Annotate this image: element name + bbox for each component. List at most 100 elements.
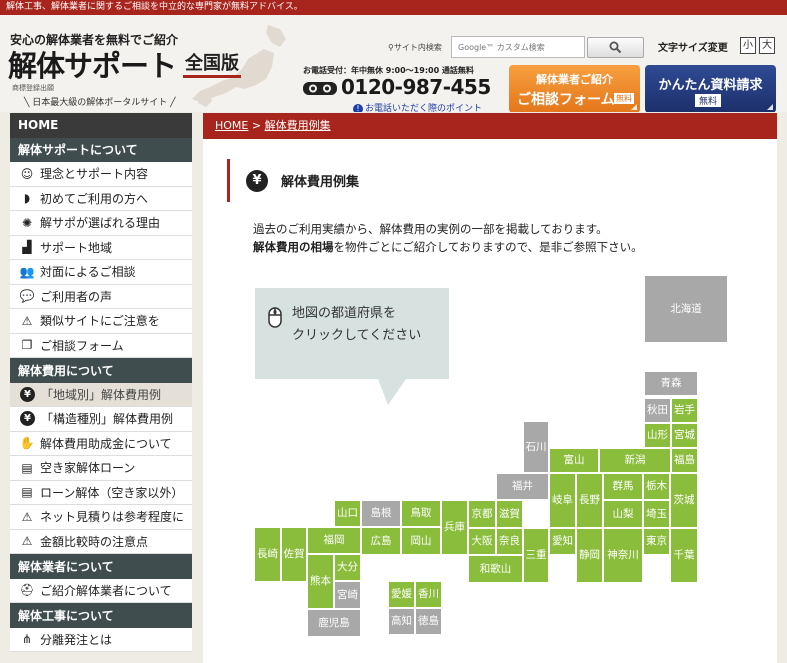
sidebar-item[interactable]: ⋔ 分離発注とは (10, 627, 192, 652)
prefecture-東京[interactable]: 東京 (643, 528, 670, 555)
prefecture-広島[interactable]: 広島 (361, 527, 401, 555)
phone-number[interactable]: 0120-987-455 (341, 75, 491, 99)
sidebar-item[interactable]: ▤ ローン解体（空き家以外） (10, 480, 192, 505)
sidebar-item-label: ご紹介解体業者について (40, 583, 172, 598)
prefecture-和歌山[interactable]: 和歌山 (468, 555, 523, 583)
prefecture-栃木[interactable]: 栃木 (643, 473, 670, 500)
sidebar-item-label: 空き家解体ローン (40, 461, 136, 476)
sidebar-section-heading: 解体費用について (10, 358, 192, 383)
prefecture-大分[interactable]: 大分 (334, 554, 361, 581)
prefecture-石川: 石川 (523, 421, 549, 473)
prefecture-滋賀[interactable]: 滋賀 (496, 500, 523, 528)
subtag-text: 日本最大級の解体ポータルサイト (32, 98, 168, 108)
intro-line-1: 過去のご利用実績から、解体費用の実例の一部を掲載しております。 (253, 222, 608, 236)
site-logo[interactable]: 解体サポート (8, 43, 177, 85)
font-size-small-button[interactable]: 小 (740, 37, 756, 54)
sidebar-item[interactable]: 💬 ご利用者の声 (10, 284, 192, 309)
free-badge: 無料 (695, 94, 722, 107)
prefecture-山形[interactable]: 山形 (644, 423, 671, 448)
request-documents-button[interactable]: かんたん資料請求 無料 (645, 65, 776, 112)
prefecture-宮城[interactable]: 宮城 (671, 423, 698, 448)
sidebar-item-label: 対面によるご相談 (40, 265, 136, 280)
phone-tips-link[interactable]: ! お電話いただく際のポイント (353, 101, 482, 112)
prefecture-愛知[interactable]: 愛知 (549, 528, 576, 555)
trademark-note: 商標登録出願 (12, 84, 54, 92)
sidebar-item[interactable]: ▤ 空き家解体ローン (10, 456, 192, 481)
prefecture-愛媛[interactable]: 愛媛 (388, 581, 415, 608)
prefecture-青森: 青森 (644, 371, 698, 396)
sidebar-home-link[interactable]: HOME (10, 113, 192, 138)
prefecture-山口[interactable]: 山口 (334, 500, 361, 527)
prefecture-富山[interactable]: 富山 (549, 448, 599, 473)
prefecture-長野[interactable]: 長野 (576, 473, 603, 528)
prefecture-神奈川[interactable]: 神奈川 (603, 528, 643, 583)
site-subtagline: ╲ 日本最大級の解体ポータルサイト ╱ (24, 98, 176, 108)
prefecture-茨城[interactable]: 茨城 (670, 473, 698, 528)
prefecture-福島[interactable]: 福島 (671, 448, 698, 473)
sidebar-item-label: 「地域別」解体費用例 (41, 387, 162, 402)
sidebar-item[interactable]: ⚠ ネット見積りは参考程度に (10, 505, 192, 530)
sidebar-nav: HOME 解体サポートについて ☺ 理念とサポート内容 ◗ 初めてご利用の方へ ✺ 解サポが… (10, 113, 192, 663)
sidebar-item[interactable]: ☺ 理念とサポート内容 (10, 162, 192, 187)
sidebar-item[interactable]: ⚠ 類似サイトにご注意を (10, 309, 192, 334)
sidebar-item[interactable]: ✋ 解体費用助成金について (10, 431, 192, 456)
search-submit-button[interactable] (587, 37, 644, 58)
prefecture-鳥取[interactable]: 鳥取 (401, 500, 441, 527)
prefecture-静岡[interactable]: 静岡 (576, 528, 603, 583)
breadcrumb-current-link[interactable]: 解体費用例集 (265, 119, 331, 132)
sidebar-section-heading: 解体サポートについて (10, 137, 192, 162)
prefecture-奈良[interactable]: 奈良 (496, 528, 523, 555)
prefecture-三重[interactable]: 三重 (523, 528, 549, 583)
person-badge-icon: ☺ (20, 166, 34, 181)
prefecture-島根: 島根 (361, 500, 401, 527)
prefecture-大阪[interactable]: 大阪 (468, 528, 496, 555)
prefecture-千葉[interactable]: 千葉 (670, 528, 698, 583)
prefecture-山梨[interactable]: 山梨 (603, 500, 643, 528)
prefecture-長崎[interactable]: 長崎 (254, 527, 281, 582)
sidebar-item[interactable]: ◗ 初めてご利用の方へ (10, 186, 192, 211)
prefecture-兵庫[interactable]: 兵庫 (441, 500, 468, 555)
sidebar-item-label: ご利用者の声 (40, 289, 113, 304)
warning-icon: ⚠ (21, 509, 33, 524)
site-search-input[interactable] (451, 36, 585, 58)
consult-form-button[interactable]: 解体業者ご紹介 ご相談フォーム 無料 (509, 65, 640, 112)
prefecture-福岡[interactable]: 福岡 (307, 527, 361, 554)
search-label-text: サイト内検索 (393, 43, 442, 52)
sidebar-item[interactable]: ¥ 「構造種別」解体費用例 (10, 407, 192, 432)
top-announcement-bar: 解体工事、解体業者に関するご相談を中立的な専門家が無料アドバイス。 (0, 0, 787, 15)
prefecture-岩手[interactable]: 岩手 (671, 398, 698, 423)
breadcrumb: HOME > 解体費用例集 (203, 113, 777, 139)
prefecture-群馬[interactable]: 群馬 (603, 473, 643, 500)
sidebar-item[interactable]: ⚠ 金額比較時の注意点 (10, 529, 192, 554)
sidebar-item[interactable]: ¥ 「地域別」解体費用例 (10, 382, 192, 407)
prefecture-佐賀[interactable]: 佐賀 (281, 527, 307, 582)
map-instruction-callout: 地図の都道府県を クリックしてください (255, 288, 449, 379)
beginner-mark-icon: ◗ (23, 191, 31, 206)
font-size-large-button[interactable]: 大 (759, 37, 775, 54)
sidebar-item[interactable]: ❐ ご相談フォーム (10, 333, 192, 358)
sidebar-item[interactable]: ✺ 解サポが選ばれる理由 (10, 211, 192, 236)
sidebar-item-label: サポート地域 (40, 240, 113, 255)
main-content: HOME > 解体費用例集 ¥ 解体費用例集 過去のご利用実績から、解体費用の実… (203, 113, 777, 663)
prefecture-新潟[interactable]: 新潟 (599, 448, 671, 473)
sidebar-item[interactable]: 👥 対面によるご相談 (10, 260, 192, 285)
people-icon: 👥 (19, 264, 35, 279)
free-badge: 無料 (614, 93, 634, 104)
prefecture-埼玉[interactable]: 埼玉 (643, 500, 670, 528)
prefecture-徳島: 徳島 (415, 608, 442, 635)
breadcrumb-home-link[interactable]: HOME (215, 119, 248, 132)
sidebar-item[interactable]: ⛑ ご紹介解体業者について (10, 578, 192, 603)
intro-line-2-bold: 解体費用の相場 (253, 240, 334, 254)
sidebar-item[interactable]: ▟ サポート地域 (10, 235, 192, 260)
docs-button-label: かんたん資料請求 (658, 78, 763, 93)
warning-icon: ⚠ (21, 313, 33, 328)
prefecture-宮崎: 宮崎 (334, 581, 361, 609)
prefecture-熊本[interactable]: 熊本 (307, 554, 334, 609)
prefecture-岐阜[interactable]: 岐阜 (549, 473, 576, 528)
corner-arrow-icon (631, 104, 637, 110)
prefecture-京都[interactable]: 京都 (468, 500, 496, 528)
prefecture-香川[interactable]: 香川 (415, 581, 442, 608)
prefecture-岡山[interactable]: 岡山 (401, 527, 441, 555)
sidebar-item-label: ローン解体（空き家以外） (40, 485, 184, 500)
sidebar-item-label: 解体費用助成金について (40, 436, 172, 451)
